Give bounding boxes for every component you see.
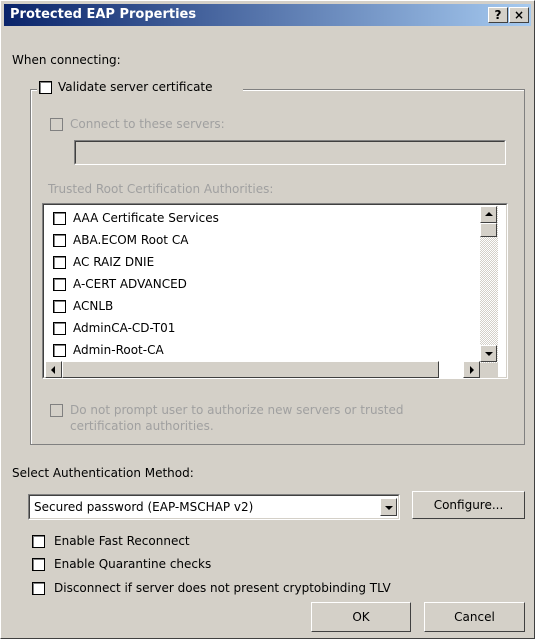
auth-method-select[interactable]: Secured password (EAP-MSCHAP v2) (28, 494, 400, 520)
connect-servers-checkbox[interactable] (50, 118, 63, 131)
list-item[interactable]: ABA.ECOM Root CA (51, 230, 471, 252)
connect-servers-label: Connect to these servers: (70, 117, 225, 131)
auth-method-value: Secured password (EAP-MSCHAP v2) (34, 500, 254, 514)
list-item[interactable]: ACNLB (51, 296, 471, 318)
list-item[interactable]: AdminCA-CD-T01 (51, 318, 471, 340)
cancel-label: Cancel (454, 610, 495, 624)
help-button[interactable]: ? (488, 7, 508, 23)
scroll-left-button[interactable] (45, 361, 62, 378)
list-item[interactable]: AC RAIZ DNIE (51, 252, 471, 274)
scroll-right-button[interactable] (463, 361, 480, 378)
ca-label: ABA.ECOM Root CA (73, 233, 189, 247)
configure-button[interactable]: Configure... (412, 491, 525, 519)
list-item[interactable]: AAA Certificate Services (51, 208, 471, 230)
help-icon: ? (494, 8, 502, 22)
scroll-down-button[interactable] (480, 345, 497, 362)
ca-label: ACNLB (73, 299, 114, 313)
ca-checkbox[interactable] (53, 300, 66, 313)
configure-label: Configure... (433, 498, 504, 512)
fast-reconnect-checkbox[interactable] (32, 535, 45, 548)
list-item[interactable]: A-CERT ADVANCED (51, 274, 471, 296)
cryptobinding-label: Disconnect if server does not present cr… (54, 581, 391, 595)
ca-checkbox[interactable] (53, 322, 66, 335)
horizontal-scrollbar[interactable] (45, 361, 480, 378)
scroll-up-button[interactable] (480, 206, 497, 223)
scrollbar-corner (480, 363, 498, 378)
ca-checkbox[interactable] (53, 234, 66, 247)
chevron-down-icon (385, 506, 393, 510)
ca-checkbox[interactable] (53, 212, 66, 225)
vertical-scrollbar[interactable] (480, 206, 498, 363)
ca-checkbox[interactable] (53, 278, 66, 291)
ok-label: OK (352, 610, 370, 624)
left-arrow-icon (51, 366, 55, 374)
input-inner-border (75, 141, 505, 164)
ca-label: AAA Certificate Services (73, 211, 219, 225)
ca-checkbox[interactable] (53, 344, 66, 357)
window-title: Protected EAP Properties (10, 7, 197, 22)
no-prompt-checkbox[interactable] (50, 404, 63, 417)
quarantine-checkbox[interactable] (32, 558, 45, 571)
close-icon: × (513, 8, 525, 22)
up-arrow-icon (485, 212, 493, 216)
when-connecting-label: When connecting: (12, 53, 121, 67)
no-prompt-label-line2: certification authorities. (70, 419, 214, 433)
validate-cert-label: Validate server certificate (58, 80, 213, 94)
ca-label: Admin-Root-CA (73, 343, 164, 357)
no-prompt-label-line1: Do not prompt user to authorize new serv… (70, 403, 404, 417)
quarantine-label: Enable Quarantine checks (54, 557, 212, 571)
fast-reconnect-label: Enable Fast Reconnect (54, 534, 190, 548)
down-arrow-icon (485, 352, 493, 356)
ca-checkbox[interactable] (53, 256, 66, 269)
combo-dropdown-button[interactable] (380, 498, 397, 516)
ca-label: AdminCA-CD-T01 (73, 321, 176, 335)
auth-method-label: Select Authentication Method: (12, 466, 194, 480)
validate-cert-legend: Validate server certificate (37, 80, 243, 96)
connect-servers-input[interactable] (74, 140, 506, 165)
ok-button[interactable]: OK (311, 602, 411, 632)
vertical-scroll-thumb[interactable] (480, 223, 497, 237)
ca-listbox[interactable]: AAA Certificate Services ABA.ECOM Root C… (42, 203, 508, 379)
close-button[interactable]: × (509, 7, 529, 23)
right-arrow-icon (470, 366, 474, 374)
horizontal-scroll-thumb[interactable] (62, 361, 439, 378)
cryptobinding-checkbox[interactable] (32, 582, 45, 595)
ca-label: A-CERT ADVANCED (73, 277, 187, 291)
list-item[interactable]: Admin-Root-CA (51, 340, 471, 362)
dialog-window: Protected EAP Properties ? × When connec… (0, 0, 535, 639)
cancel-button[interactable]: Cancel (424, 602, 525, 632)
title-bar[interactable]: Protected EAP Properties ? × (4, 4, 531, 26)
validate-cert-checkbox[interactable] (39, 81, 52, 94)
ca-label: AC RAIZ DNIE (73, 255, 155, 269)
trusted-root-label: Trusted Root Certification Authorities: (48, 182, 274, 196)
